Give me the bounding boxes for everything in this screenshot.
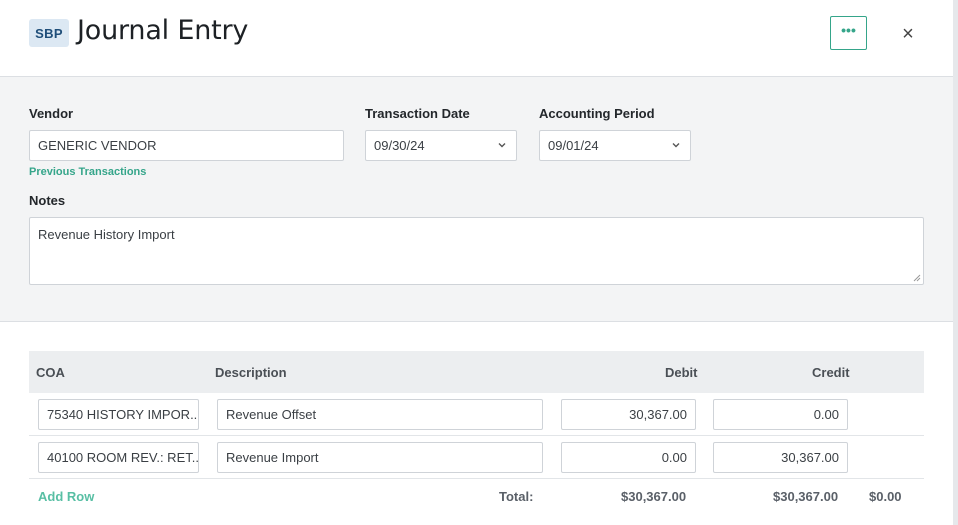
description-input[interactable]: Revenue Import: [217, 442, 543, 473]
total-debit: $30,367.00: [621, 489, 687, 504]
chevron-down-icon: [498, 143, 506, 148]
line-items-table: COA Description Debit Credit 75340 HISTO…: [29, 351, 924, 515]
notes-value: Revenue History Import: [38, 227, 175, 242]
notes-label: Notes: [29, 193, 66, 208]
table-row: 75340 HISTORY IMPOR... Revenue Offset 30…: [29, 393, 924, 436]
column-header-coa: COA: [36, 365, 65, 380]
vendor-value: GENERIC VENDOR: [38, 138, 157, 153]
table-row: 40100 ROOM REV.: RET... Revenue Import 0…: [29, 436, 924, 479]
form-panel: Vendor GENERIC VENDOR Previous Transacti…: [0, 77, 953, 322]
coa-input[interactable]: 75340 HISTORY IMPOR...: [38, 399, 199, 430]
accounting-period-select[interactable]: 09/01/24: [539, 130, 691, 161]
accounting-period-value: 09/01/24: [548, 138, 599, 153]
description-input[interactable]: Revenue Offset: [217, 399, 543, 430]
resize-handle-icon[interactable]: [913, 274, 921, 282]
credit-input[interactable]: 30,367.00: [713, 442, 848, 473]
close-icon: ×: [902, 22, 914, 45]
column-header-description: Description: [215, 365, 287, 380]
modal-header: SBP Journal Entry ••• ×: [0, 0, 953, 77]
table-header: COA Description Debit Credit: [29, 351, 924, 393]
total-credit: $30,367.00: [773, 489, 839, 504]
vendor-label: Vendor: [29, 106, 74, 121]
table-footer: Add Row Total: $30,367.00 $30,367.00 $0.…: [29, 479, 924, 515]
chevron-down-icon: [672, 143, 680, 148]
app-badge: SBP: [29, 19, 69, 47]
column-header-credit: Credit: [812, 365, 850, 380]
transaction-date-select[interactable]: 09/30/24: [365, 130, 517, 161]
credit-input[interactable]: 0.00: [713, 399, 848, 430]
add-row-button[interactable]: Add Row: [38, 489, 94, 504]
close-button[interactable]: ×: [898, 22, 918, 45]
notes-textarea[interactable]: Revenue History Import: [29, 217, 924, 285]
accounting-period-label: Accounting Period: [539, 106, 655, 121]
debit-input[interactable]: 0.00: [561, 442, 696, 473]
transaction-date-label: Transaction Date: [365, 106, 470, 121]
previous-transactions-link[interactable]: Previous Transactions: [29, 166, 146, 178]
column-header-debit: Debit: [665, 365, 698, 380]
transaction-date-value: 09/30/24: [374, 138, 425, 153]
more-options-button[interactable]: •••: [830, 16, 867, 50]
page-title: Journal Entry: [77, 15, 249, 46]
debit-input[interactable]: 30,367.00: [561, 399, 696, 430]
vendor-field[interactable]: GENERIC VENDOR: [29, 130, 344, 161]
ellipsis-icon: •••: [841, 22, 856, 38]
window-edge: [953, 0, 958, 525]
total-label: Total:: [499, 489, 534, 504]
coa-input[interactable]: 40100 ROOM REV.: RET...: [38, 442, 199, 473]
balance-difference: $0.00: [869, 489, 902, 504]
